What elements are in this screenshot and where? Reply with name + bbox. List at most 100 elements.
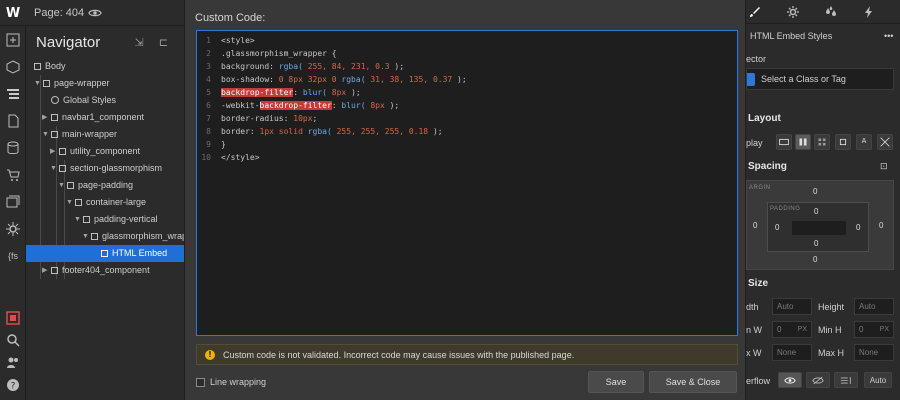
cms-icon[interactable] — [5, 140, 21, 156]
code-text[interactable]: backdrop-filter: blur( 8px ); — [221, 86, 361, 99]
display-flex-button[interactable] — [795, 134, 811, 150]
display-block-button[interactable] — [776, 134, 792, 150]
code-token: border-radius: — [221, 114, 294, 123]
padding-top-value[interactable]: 0 — [814, 207, 818, 216]
padding-left-value[interactable]: 0 — [775, 223, 779, 232]
code-line[interactable]: 1 <style> — [197, 34, 737, 47]
code-line[interactable]: 6 -webkit-backdrop-filter: blur( 8px ); — [197, 99, 737, 112]
tree-item-padding-vertical[interactable]: ▼ padding-vertical — [26, 211, 184, 228]
code-text[interactable]: -webkit-backdrop-filter: blur( 8px ); — [221, 99, 399, 112]
add-icon[interactable] — [5, 32, 21, 48]
min-height-unit[interactable]: PX — [880, 322, 889, 337]
code-editor[interactable]: 1 <style> 2 .glassmorphism_wrapper {3 backgr… — [196, 30, 738, 336]
padding-bottom-value[interactable]: 0 — [814, 239, 818, 248]
users-icon[interactable] — [5, 354, 21, 370]
code-line[interactable]: 9} — [197, 138, 737, 151]
eye-icon[interactable] — [88, 6, 102, 20]
max-width-input[interactable]: None — [772, 344, 812, 361]
display-inline-button[interactable]: A — [856, 134, 872, 150]
help-icon[interactable]: ? — [5, 377, 21, 393]
code-line[interactable]: 7 border-radius: 10px; — [197, 112, 737, 125]
code-line[interactable]: 8 border: 1px solid rgba( 255, 255, 255, … — [197, 125, 737, 138]
display-none-button[interactable] — [877, 134, 893, 150]
tree-item-glassmorphism-wrapper[interactable]: ▼ glassmorphism_wrapp — [26, 228, 184, 245]
margin-bottom-value[interactable]: 0 — [813, 255, 817, 264]
padding-label: PADDING — [770, 206, 801, 212]
code-line[interactable]: 10 </style> — [197, 151, 737, 164]
settings-icon[interactable] — [5, 221, 21, 237]
code-text[interactable]: <style> — [221, 34, 255, 47]
layout-heading[interactable]: Layout — [748, 113, 781, 124]
code-text[interactable]: </style> — [221, 151, 260, 164]
min-width-unit[interactable]: PX — [798, 322, 807, 337]
navigator-icon[interactable] — [5, 86, 21, 102]
code-text[interactable]: border-radius: 10px; — [221, 112, 317, 125]
overflow-auto-button[interactable]: Auto — [864, 372, 892, 388]
style-tab-brush-icon[interactable] — [736, 0, 774, 24]
tree-item-page-wrapper[interactable]: ▼ page-wrapper — [26, 75, 184, 92]
min-height-value: 0 — [859, 325, 864, 334]
tree-item-navbar1-component[interactable]: ▶ navbar1_component — [26, 109, 184, 126]
finsweet-icon[interactable]: {fs — [4, 248, 22, 264]
overflow-scroll-icon[interactable] — [834, 372, 858, 388]
padding-right-value[interactable]: 0 — [856, 223, 860, 232]
selector-input[interactable]: Select a Class or Tag — [746, 68, 894, 90]
code-line[interactable]: 2 .glassmorphism_wrapper { — [197, 47, 737, 60]
code-text[interactable]: box-shadow: 0 8px 32px 0 rgba( 31, 38, 1… — [221, 73, 467, 86]
code-text[interactable]: border: 1px solid rgba( 255, 255, 255, 0… — [221, 125, 443, 138]
tree-item-global-styles[interactable]: Global Styles — [26, 92, 184, 109]
navigator-tools[interactable]: ⇲ ⊏ — [135, 36, 175, 49]
pages-icon[interactable] — [5, 113, 21, 129]
code-text[interactable]: .glassmorphism_wrapper { — [221, 47, 337, 60]
height-input[interactable]: Auto — [854, 298, 894, 315]
code-token: : — [331, 101, 342, 110]
size-heading[interactable]: Size — [748, 278, 768, 289]
margin-top-value[interactable]: 0 — [813, 187, 817, 196]
margin-left-value[interactable]: 0 — [753, 221, 757, 230]
tree-item-container-large[interactable]: ▼ container-large — [26, 194, 184, 211]
code-line[interactable]: 4 box-shadow: 0 8px 32px 0 rgba( 31, 38, … — [197, 73, 737, 86]
tree-item-page-padding[interactable]: ▼ page-padding — [26, 177, 184, 194]
code-text[interactable]: background: rgba( 255, 84, 231, 0.3 ); — [221, 60, 404, 73]
tree-item-section-glassmorphism[interactable]: ▼ section-glassmorphism — [26, 160, 184, 177]
code-text[interactable]: } — [221, 138, 226, 151]
max-height-label: Max H — [818, 348, 845, 358]
assets-icon[interactable] — [5, 194, 21, 210]
overflow-visible-eye-icon[interactable] — [778, 372, 802, 388]
style-panel: HTML Embed Styles ••• ector Select a Cla… — [746, 0, 900, 400]
tree-item-main-wrapper[interactable]: ▼ main-wrapper — [26, 126, 184, 143]
min-height-input[interactable]: 0 PX — [854, 321, 894, 338]
tree-item-utility-component[interactable]: ▶ utility_component — [26, 143, 184, 160]
code-token: 0 8px 32px 0 — [278, 75, 342, 84]
webflow-logo[interactable]: W — [0, 0, 26, 26]
spacing-options-icon[interactable]: ⊡ — [880, 161, 888, 172]
more-options-icon[interactable]: ••• — [884, 31, 893, 41]
tree-item-body[interactable]: Body — [26, 58, 184, 75]
ecommerce-icon[interactable] — [5, 167, 21, 183]
save-button[interactable]: Save — [588, 371, 644, 393]
page-label[interactable]: Page: 404 — [34, 7, 84, 19]
max-height-input[interactable]: None — [854, 344, 894, 361]
min-width-input[interactable]: 0 PX — [772, 321, 812, 338]
code-line[interactable]: 3 background: rgba( 255, 84, 231, 0.3 ); — [197, 60, 737, 73]
search-icon[interactable] — [5, 332, 21, 348]
interactions-bolt-icon[interactable] — [850, 0, 888, 24]
spacing-heading[interactable]: Spacing — [748, 161, 787, 172]
tree-item-footer404-component[interactable]: ▶ footer404_component — [26, 262, 184, 279]
display-inline-block-button[interactable] — [835, 134, 851, 150]
record-icon[interactable] — [5, 310, 21, 326]
code-line[interactable]: 5 backdrop-filter: blur( 8px ); — [197, 86, 737, 99]
settings-tab-gear-icon[interactable] — [774, 0, 812, 24]
overflow-hidden-eye-slash-icon[interactable] — [806, 372, 830, 388]
tree-item-html-embed[interactable]: HTML Embed — [26, 245, 184, 262]
line-wrapping-checkbox[interactable] — [196, 377, 205, 387]
line-number: 5 — [206, 88, 211, 97]
line-wrapping-label: Line wrapping — [210, 377, 267, 387]
margin-right-value[interactable]: 0 — [879, 221, 883, 230]
display-grid-button[interactable] — [814, 134, 830, 150]
save-close-button[interactable]: Save & Close — [649, 371, 737, 393]
style-manager-drops-icon[interactable] — [812, 0, 850, 24]
width-input[interactable]: Auto — [772, 298, 812, 315]
line-wrapping-toggle[interactable]: Line wrapping — [196, 377, 266, 387]
components-icon[interactable] — [5, 59, 21, 75]
